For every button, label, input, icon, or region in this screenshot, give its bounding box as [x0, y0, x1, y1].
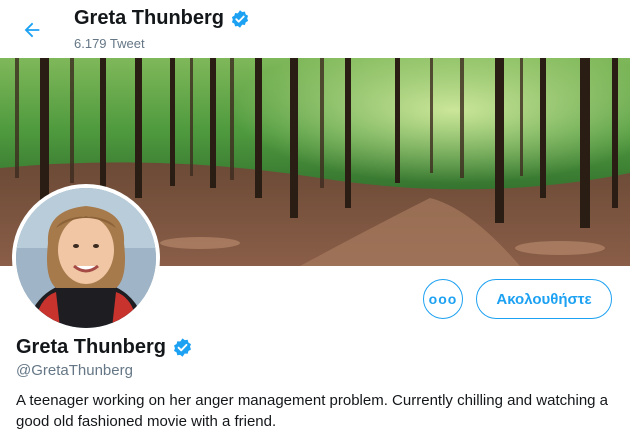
- header-title: Greta Thunberg: [74, 7, 250, 30]
- back-button[interactable]: [14, 12, 50, 48]
- profile-header: Greta Thunberg 6.179 Tweet: [0, 0, 630, 59]
- profile-bio: A teenager working on her anger manageme…: [16, 392, 609, 430]
- verified-badge-icon: [174, 338, 192, 357]
- follow-button[interactable]: Ακολουθήστε: [476, 279, 612, 319]
- arrow-left-icon: [24, 22, 40, 38]
- avatar-frame[interactable]: [12, 184, 160, 332]
- verified-badge-icon: [231, 9, 249, 28]
- avatar: [16, 188, 156, 328]
- more-options-icon: ooo: [428, 291, 458, 307]
- profile-handle: @GretaThunberg: [16, 362, 133, 379]
- profile-name: Greta Thunberg: [16, 336, 193, 359]
- profile-name-text: Greta Thunberg: [16, 336, 167, 358]
- header-name-text: Greta Thunberg: [74, 7, 225, 29]
- avatar-portrait-illustration: [16, 188, 156, 328]
- more-options-button[interactable]: ooo: [423, 279, 463, 319]
- tweet-count: 6.179 Tweet: [74, 36, 145, 51]
